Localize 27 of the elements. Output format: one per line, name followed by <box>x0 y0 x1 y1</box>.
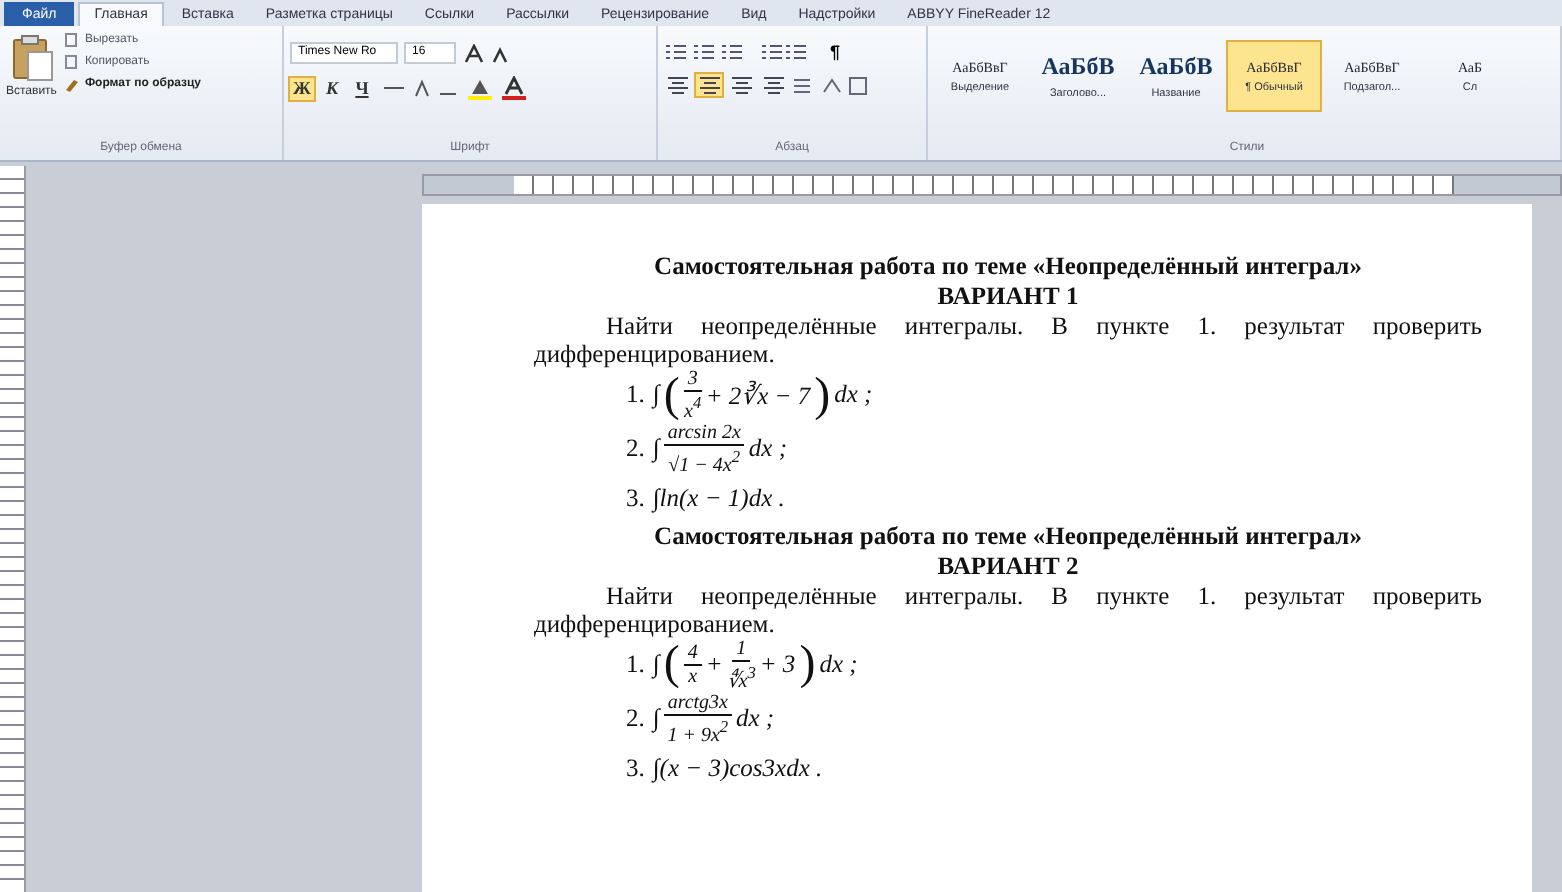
integral-formula: ∫ln(x − 1)dx . <box>652 484 785 515</box>
format-button[interactable]: К <box>320 77 344 99</box>
problem-number: 3. <box>626 484 645 515</box>
align-button[interactable] <box>728 74 754 96</box>
problem-number: 1. <box>626 649 645 680</box>
variant-heading: ВАРИАНТ 2 <box>935 551 1081 582</box>
task-paragraph: Найти неопределённые интегралы. В пункте 1. результат проверить дифференцированием. <box>534 581 1482 638</box>
document-title: Самостоятельная работа по теме «Неопределённый интеграл» <box>652 252 1364 282</box>
format-button[interactable]: Ч <box>350 77 374 99</box>
align-button[interactable] <box>696 74 722 96</box>
task-paragraph: Найти неопределённые интегралы. В пункте 1. результат проверить дифференцированием. <box>534 312 1482 368</box>
font-color-icon <box>500 76 528 100</box>
problem-number: 2. <box>626 704 645 735</box>
clipboard-icon <box>9 34 54 82</box>
problem-number: 3. <box>626 753 645 784</box>
document-title: Самостоятельная работа по теме «Неопределённый интеграл» <box>652 521 1364 552</box>
align-button[interactable] <box>664 74 690 96</box>
integral-formula: ∫(x − 3)cos3xdx . <box>652 753 823 784</box>
pilcrow-button[interactable]: ¶ <box>830 42 841 62</box>
variant-heading: ВАРИАНТ 1 <box>935 282 1081 312</box>
brush-icon <box>64 76 81 92</box>
spacing-shading-icon <box>792 75 868 95</box>
format-button[interactable]: Ж <box>290 77 314 99</box>
problem-number: 1. <box>626 380 645 411</box>
align-button[interactable] <box>760 74 786 96</box>
problem-number: 2. <box>626 434 645 465</box>
highlight-icon <box>466 76 494 100</box>
